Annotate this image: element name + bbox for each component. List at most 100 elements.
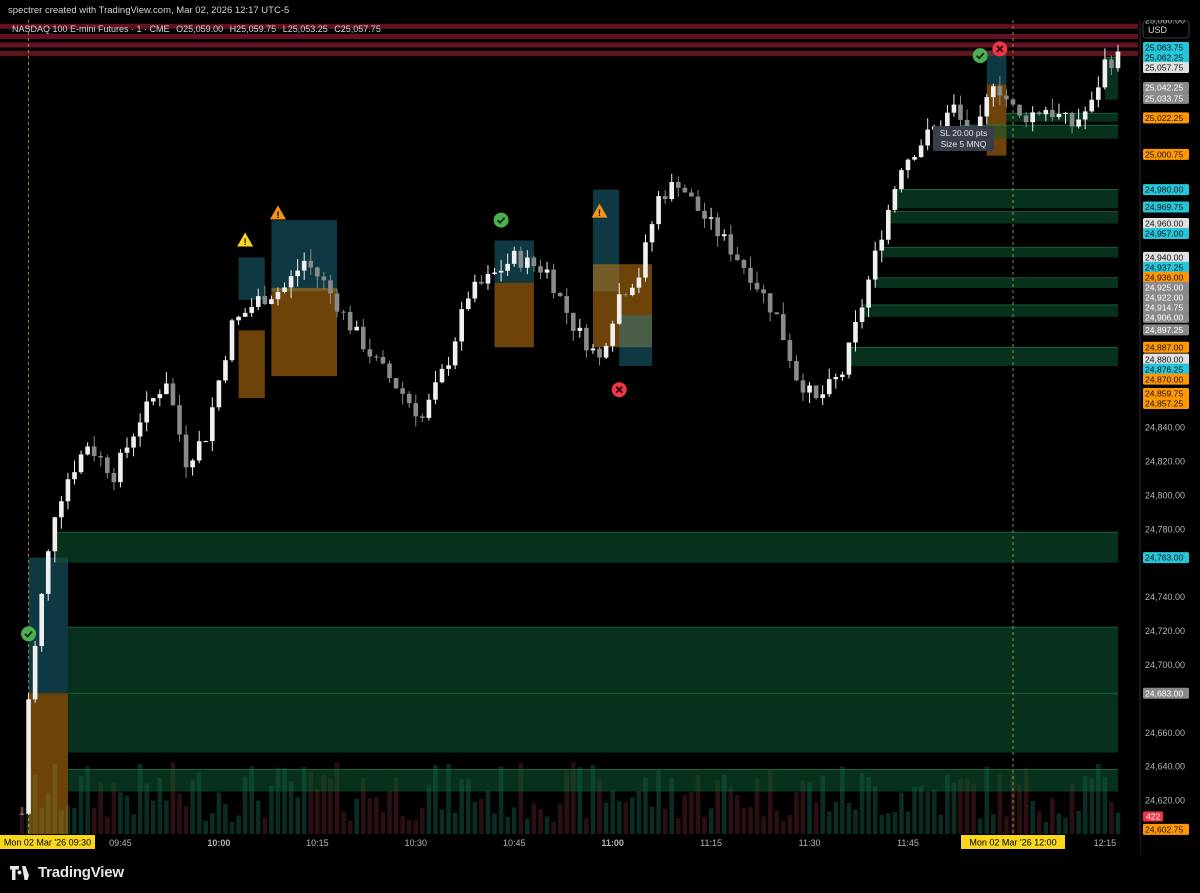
check-circle bbox=[21, 626, 37, 642]
candle-body bbox=[774, 312, 780, 315]
candle-body bbox=[984, 97, 990, 117]
volume-bar bbox=[787, 814, 793, 834]
candle-body bbox=[708, 217, 714, 219]
volume-bar bbox=[689, 792, 694, 834]
candle-body bbox=[45, 551, 51, 594]
candle-body bbox=[511, 250, 517, 264]
price-badge-label: 25,042.25 bbox=[1145, 83, 1183, 93]
volume-bar bbox=[1030, 800, 1035, 834]
candle-body bbox=[433, 382, 438, 400]
candle-body bbox=[406, 393, 412, 404]
price-badge: 24,897.25 bbox=[1143, 324, 1189, 336]
candle-body bbox=[426, 399, 432, 418]
candle-body bbox=[780, 314, 786, 341]
candle-body bbox=[216, 380, 222, 408]
candle-body bbox=[584, 327, 589, 351]
volume-bar bbox=[649, 806, 655, 834]
volume-bar bbox=[872, 786, 878, 834]
candle-body bbox=[1063, 112, 1068, 114]
candle-body bbox=[485, 273, 491, 284]
price-badge: 24,940.00 bbox=[1143, 251, 1189, 263]
tradingview-logo[interactable]: TradingView bbox=[10, 864, 124, 881]
volume-bar bbox=[439, 809, 445, 834]
volume-bar bbox=[150, 800, 156, 834]
x-tick-label: 11:00 bbox=[601, 838, 624, 848]
candle-body bbox=[465, 298, 471, 310]
candle-body bbox=[787, 340, 793, 361]
price-badge-label: 25,000.75 bbox=[1145, 149, 1183, 159]
candle-body bbox=[26, 699, 31, 814]
candle-body bbox=[538, 266, 543, 273]
candle-body bbox=[1109, 59, 1114, 69]
price-badge: 24,937.25 bbox=[1143, 261, 1189, 273]
orange-zone bbox=[494, 282, 534, 348]
candle-body bbox=[288, 276, 294, 288]
candle-body bbox=[374, 356, 379, 358]
price-badge-label: 24,870.00 bbox=[1145, 374, 1183, 384]
volume-bar bbox=[511, 807, 517, 834]
price-badge: 24,876.25 bbox=[1143, 363, 1189, 375]
candle-body bbox=[249, 306, 255, 313]
candle-body bbox=[347, 311, 353, 331]
price-badge: 24,969.75 bbox=[1143, 201, 1189, 213]
price-badge: 24,925.00 bbox=[1143, 281, 1189, 293]
candle-body bbox=[649, 224, 655, 243]
price-badge-label: 24,960.00 bbox=[1145, 219, 1183, 229]
candle-body bbox=[334, 293, 340, 312]
candle-body bbox=[820, 394, 825, 399]
y-tick-label: 24,700.00 bbox=[1145, 660, 1185, 670]
warning-mark: ! bbox=[244, 237, 247, 247]
candle-body bbox=[800, 380, 806, 393]
volume-bar bbox=[413, 820, 419, 834]
candle-body bbox=[52, 517, 58, 552]
volume-bar bbox=[931, 790, 937, 834]
volume-bar bbox=[905, 811, 911, 834]
candle-body bbox=[190, 460, 195, 468]
candle-body bbox=[420, 416, 425, 418]
candle-body bbox=[505, 263, 510, 271]
candle-body bbox=[98, 456, 104, 458]
volume-bar bbox=[702, 816, 707, 834]
volume-bar bbox=[780, 820, 786, 834]
price-badge-label: 24,906.00 bbox=[1145, 313, 1183, 323]
volume-bar bbox=[479, 798, 484, 834]
candle-body bbox=[840, 374, 845, 377]
y-tick-label: 24,780.00 bbox=[1145, 524, 1185, 534]
volume-bar bbox=[899, 792, 904, 834]
price-badge-label: 25,057.75 bbox=[1145, 63, 1183, 73]
candle-body bbox=[91, 446, 97, 457]
check-signal-icon bbox=[972, 48, 988, 64]
price-badge: 25,033.75 bbox=[1143, 92, 1189, 104]
volume-bar bbox=[603, 802, 609, 834]
price-badge-label: 24,859.75 bbox=[1145, 389, 1183, 399]
volume-bar bbox=[584, 818, 589, 834]
candle-body bbox=[551, 269, 556, 294]
volume-bar bbox=[485, 790, 491, 834]
volume-bar bbox=[682, 794, 688, 834]
candle-body bbox=[1069, 112, 1075, 127]
price-badge: 24,857.25 bbox=[1143, 398, 1189, 410]
candle-body bbox=[997, 86, 1003, 96]
green-zone bbox=[1006, 113, 1118, 122]
volume-bar bbox=[223, 804, 228, 834]
candle-body bbox=[439, 368, 445, 383]
candle-body bbox=[308, 260, 314, 268]
volume-bar bbox=[833, 801, 839, 834]
candle-body bbox=[72, 472, 77, 480]
candle-body bbox=[78, 454, 84, 473]
volume-bar bbox=[1109, 801, 1114, 834]
x-tick-label: 11:30 bbox=[799, 838, 821, 848]
candle-body bbox=[544, 269, 550, 273]
volume-bar bbox=[400, 815, 405, 834]
volume-bar bbox=[374, 796, 379, 834]
volume-bar bbox=[748, 807, 753, 834]
candle-body bbox=[118, 452, 123, 483]
volume-bar bbox=[216, 792, 222, 834]
volume-bar bbox=[1043, 821, 1049, 834]
candle-body bbox=[958, 104, 963, 120]
price-chart[interactable]: !!! NASDAQ 100 E-mini Futures · 1 · CME … bbox=[0, 20, 1200, 855]
green-zone bbox=[875, 277, 1118, 288]
x-tick-label: 11:15 bbox=[700, 838, 722, 848]
candle-body bbox=[1089, 99, 1095, 112]
candle-body bbox=[164, 383, 169, 395]
